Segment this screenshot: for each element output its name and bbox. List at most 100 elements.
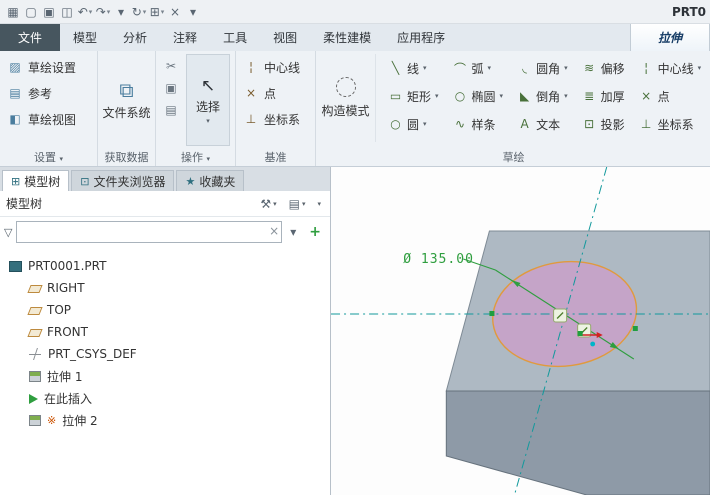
group-label-operations[interactable]: 操作 ▾ [156,149,235,165]
titlebar-tool-icon[interactable]: ▢ [22,3,40,21]
tree-item[interactable]: PRT0001.PRT [2,255,328,277]
navigator-tab[interactable]: ★收藏夹 [176,170,244,191]
titlebar-tool-icon[interactable]: ▦ [4,3,22,21]
ribbon-tab[interactable]: 工具 [210,24,260,51]
dropdown-arrow-icon[interactable]: ▾ [206,117,210,125]
navigator-tab-icon: ⊞ [11,175,20,188]
titlebar-tool-icon[interactable]: ⊞▾ [148,3,166,21]
tree-item[interactable]: PRT_CSYS_DEF [2,343,328,365]
settings-group-button[interactable]: ▤参考 [4,80,93,106]
tool-label: 加厚 [601,88,625,105]
tree-filter-input[interactable] [16,221,282,243]
sketch-tool-button[interactable]: ▭矩形▾ [382,82,445,110]
ribbon-tab[interactable]: 文件 [0,24,60,51]
dropdown-arrow-icon[interactable]: ▾ [500,92,504,100]
navigator-tab[interactable]: ⊡文件夹浏览器 [71,170,174,191]
tree-toolbar-icon[interactable]: ▾ [314,196,324,212]
block-front-face[interactable] [446,391,710,495]
titlebar-tool-icon[interactable]: × [166,3,184,21]
tree-item[interactable]: FRONT [2,321,328,343]
dropdown-arrow-icon[interactable]: ▾ [564,92,568,100]
sketch-tool-button[interactable]: ≋偏移 [576,54,631,82]
clipboard-tool-icon[interactable]: ▤ [160,100,182,120]
circle-vertex-handle[interactable] [489,311,494,316]
graphics-viewport[interactable]: Ø 135.00 [331,167,710,495]
tree-item[interactable]: TOP [2,299,328,321]
circle-vertex-handle[interactable] [633,326,638,331]
tool-glyph: ▢ [25,5,36,19]
construction-mode-button[interactable]: 构造模式 [320,54,376,142]
sketch-tool-button[interactable]: ○圆▾ [382,110,445,138]
dropdown-arrow-icon[interactable]: ▾ [698,64,702,72]
center-vertex-handle[interactable] [578,331,583,336]
drag-handle[interactable] [554,309,567,322]
add-filter-button[interactable]: + [304,224,326,240]
sketch-tool-button[interactable]: ×点 [633,82,708,110]
sketch-tool-button[interactable]: ≣加厚 [576,82,631,110]
titlebar-tool-icon[interactable]: ↻▾ [130,3,148,21]
filter-dropdown-icon[interactable]: ▾ [286,225,300,239]
settings-group-button[interactable]: ◧草绘视图 [4,106,93,132]
titlebar-tool-icon[interactable]: ◫ [58,3,76,21]
dropdown-arrow-icon[interactable]: ▾ [564,64,568,72]
tree-item-label: TOP [47,303,71,317]
datum-tool-button[interactable]: ×点 [240,80,311,106]
ribbon-tab[interactable]: 视图 [260,24,310,51]
titlebar-tool-icon[interactable]: ▣ [40,3,58,21]
tool-glyph: ▾ [118,5,124,19]
dropdown-arrow-icon[interactable]: ▾ [435,92,439,100]
sketch-tool-button[interactable]: A文本 [511,110,574,138]
sketch-tool-button[interactable]: ◟圆角▾ [511,54,574,82]
datum-tool-button[interactable]: ⊥坐标系 [240,106,311,132]
sketch-tool-button[interactable]: ╲线▾ [382,54,445,82]
titlebar-tool-icon[interactable]: ▾ [112,3,130,21]
navigator-tab-label: 模型树 [24,173,60,190]
titlebar-tool-icon[interactable]: ▾ [184,3,202,21]
tree-item[interactable]: 拉伸 1 [2,365,328,387]
sketch-tool-button[interactable]: ¦中心线▾ [633,54,708,82]
tree-item[interactable]: 在此插入 [2,387,328,409]
graphics-area[interactable]: Ø 135.00 [331,167,710,495]
clipboard-tool-icon[interactable]: ▣ [160,78,182,98]
tool-label: 倒角 [536,88,560,105]
dropdown-arrow-icon[interactable]: ▾ [423,64,427,72]
tool-label: 投影 [601,116,625,133]
group-label-settings[interactable]: 设置 ▾ [0,149,97,165]
tree-item[interactable]: ※ 拉伸 2 [2,409,328,431]
dropdown-arrow-icon[interactable]: ▾ [423,120,427,128]
navigator-tab-icon: ⊡ [80,175,89,188]
ribbon-tab[interactable]: 模型 [60,24,110,51]
ribbon-tab[interactable]: 应用程序 [384,24,458,51]
titlebar-tool-icon[interactable]: ↶▾ [76,3,94,21]
dropdown-arrow-icon[interactable]: ▾ [488,64,492,72]
sketch-point[interactable] [590,342,595,347]
select-button[interactable]: ↖ 选择 ▾ [186,54,230,146]
clipboard-tool-icon[interactable]: ✂ [160,56,182,76]
button-label: 坐标系 [264,111,300,128]
ribbon-tab[interactable]: 柔性建模 [310,24,384,51]
ribbon-tab[interactable]: 拉伸 [630,24,710,51]
clear-filter-icon[interactable]: × [269,224,279,238]
dropdown-arrow-icon: ▾ [317,200,321,208]
settings-group-button[interactable]: ▨草绘设置 [4,54,93,80]
tree-toolbar-icon[interactable]: ⚒▾ [257,196,279,212]
navigator-tab[interactable]: ⊞ 模型树 [2,170,69,191]
tree-toolbar-icon[interactable]: ▤▾ [286,196,309,212]
tree-item[interactable]: RIGHT [2,277,328,299]
model-tree: PRT0001.PRT RIGHT TOP [0,247,330,495]
ribbon-tab[interactable]: 注释 [160,24,210,51]
tree-item-label: PRT_CSYS_DEF [48,347,137,361]
filter-funnel-icon: ▽ [4,226,12,239]
sketch-tool-button[interactable]: ∿样条 [447,110,510,138]
sketch-tool-button[interactable]: ◣倒角▾ [511,82,574,110]
file-system-button[interactable]: ⧉ 文件系统 [102,54,151,146]
ribbon-tab[interactable]: 分析 [110,24,160,51]
sketch-tool-button[interactable]: ○椭圆▾ [447,82,510,110]
sketch-tool-button[interactable]: ⊡投影 [576,110,631,138]
sketch-tool-button[interactable]: ⌒弧▾ [447,54,510,82]
datum-tool-button[interactable]: ¦中心线 [240,54,311,80]
sketch-tool-button[interactable]: ⊥坐标系 [633,110,708,138]
titlebar-tool-icon[interactable]: ↷▾ [94,3,112,21]
ribbon-tab-label: 注释 [173,29,197,46]
tool-label: 椭圆 [472,88,496,105]
